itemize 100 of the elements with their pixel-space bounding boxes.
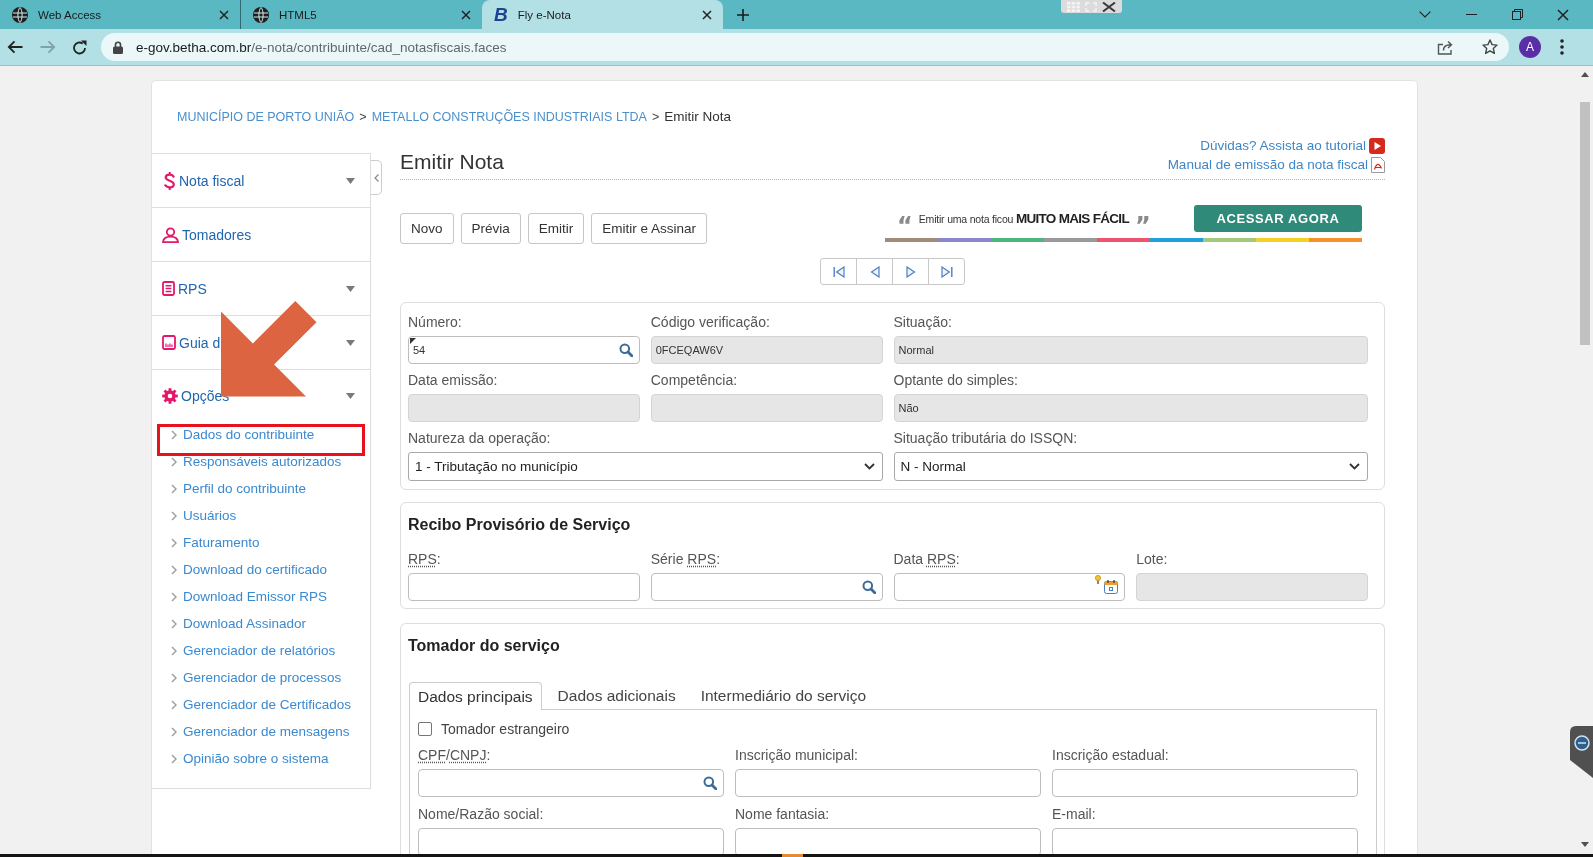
tab[interactable]: Intermediário do serviço	[691, 682, 876, 709]
chevron-right-icon	[171, 564, 177, 575]
minimize-icon[interactable]	[1465, 14, 1477, 15]
section-title: Recibo Provisório de Serviço	[408, 515, 632, 535]
breadcrumb-link[interactable]: MUNICÍPIO DE PORTO UNIÃO	[177, 109, 355, 125]
browser-tab[interactable]: HTML5	[241, 0, 482, 29]
triangle-right-icon	[904, 265, 917, 278]
action-button[interactable]: Novo	[400, 213, 454, 244]
browser-tab[interactable]: B Fly e-Nota	[482, 0, 723, 29]
scroll-up-icon[interactable]	[1581, 72, 1589, 77]
breadcrumb-separator: >	[651, 109, 660, 125]
gear-icon	[162, 387, 178, 404]
back-arrow-icon[interactable]	[7, 40, 23, 54]
close-icon[interactable]	[702, 9, 712, 20]
sidebar-item[interactable]: Tomadores	[152, 208, 370, 262]
checkbox-label: Tomador estrangeiro	[441, 721, 570, 737]
search-icon[interactable]	[618, 343, 633, 357]
reload-icon[interactable]	[72, 39, 87, 55]
scroll-down-icon[interactable]	[1581, 842, 1589, 847]
field-label: CPF/CNPJ:	[418, 747, 491, 764]
select-field[interactable]: N - Normal	[893, 452, 1368, 481]
document-icon	[162, 281, 175, 296]
share-icon[interactable]	[1437, 39, 1454, 55]
section-title: Tomador do serviço	[408, 636, 561, 656]
submenu-link[interactable]: Download do certificado	[152, 556, 370, 583]
action-button[interactable]: Emitir e Assinar	[591, 213, 708, 244]
submenu-link[interactable]: Download Assinador	[152, 610, 370, 637]
select-field[interactable]: 1 - Tributação no município	[408, 452, 883, 481]
breadcrumb-link[interactable]: METALLO CONSTRUÇÕES INDUSTRIAIS LTDA	[371, 109, 647, 125]
skip-end-icon	[940, 265, 953, 278]
field-label: Competência:	[650, 372, 738, 389]
chevron-right-icon	[171, 537, 177, 548]
action-button[interactable]: Prévia	[460, 213, 521, 244]
submenu-link[interactable]: Gerenciador de relatórios	[152, 637, 370, 664]
last-record-button[interactable]	[928, 258, 965, 285]
breadcrumb-current: Emitir Nota	[664, 109, 731, 125]
submenu-link[interactable]: Gerenciador de mensagens	[152, 718, 370, 745]
input-field[interactable]	[735, 828, 1041, 856]
field-label: Situação tributária do ISSQN:	[893, 430, 1078, 447]
chevron-down-icon	[863, 463, 875, 470]
submenu-link[interactable]: Download Emissor RPS	[152, 583, 370, 610]
search-icon[interactable]	[703, 776, 717, 790]
input-field[interactable]	[1052, 769, 1358, 797]
more-icon[interactable]	[1560, 39, 1564, 55]
submenu-link[interactable]: Gerenciador de Certificados	[152, 691, 370, 718]
submenu-link[interactable]: Opinião sobre o sistema	[152, 745, 370, 772]
tab[interactable]: Dados principais	[409, 682, 542, 710]
sidebar-item[interactable]: Nota fiscal	[152, 154, 370, 208]
close-icon[interactable]	[1102, 1, 1117, 12]
caret-down-icon	[346, 339, 355, 346]
lookup-field[interactable]	[418, 769, 724, 797]
search-icon[interactable]	[861, 580, 876, 594]
restore-icon[interactable]	[1511, 9, 1523, 20]
submenu-link[interactable]: Usuários	[152, 502, 370, 529]
scrollbar-thumb[interactable]	[1580, 102, 1590, 345]
chevron-down-icon[interactable]	[1419, 11, 1431, 18]
caret-down-icon	[346, 392, 355, 399]
input-field[interactable]	[735, 769, 1041, 797]
close-icon[interactable]	[1557, 8, 1569, 21]
action-button[interactable]: Emitir	[527, 213, 585, 244]
chevron-right-icon	[171, 591, 177, 602]
side-tab-icon[interactable]	[1570, 726, 1593, 778]
submenu-link[interactable]: Responsáveis autorizados	[152, 448, 370, 475]
lookup-field[interactable]: 54	[408, 336, 640, 364]
field-label: Natureza da operação:	[408, 430, 551, 447]
field-label: Série RPS:	[650, 551, 720, 568]
star-icon[interactable]	[1482, 39, 1498, 55]
input-field[interactable]	[408, 573, 640, 601]
input-field[interactable]	[1052, 828, 1358, 856]
tab[interactable]: Dados adicionais	[548, 682, 685, 709]
input-field[interactable]	[418, 828, 724, 856]
field-label: Data emissão:	[408, 372, 498, 389]
next-record-button[interactable]	[892, 258, 929, 285]
field-label: E-mail:	[1052, 806, 1096, 823]
date-field[interactable]	[893, 573, 1126, 601]
receipt-icon	[162, 335, 176, 350]
chevron-right-icon	[171, 726, 177, 737]
calendar-icon[interactable]	[1104, 580, 1119, 594]
triangle-left-icon	[868, 265, 881, 278]
submenu-link[interactable]: Perfil do contribuinte	[152, 475, 370, 502]
dollar-icon	[162, 171, 176, 190]
chevron-right-icon	[171, 618, 177, 629]
profile-avatar[interactable]: A	[1519, 36, 1541, 58]
access-button[interactable]: ACESSAR AGORA	[1194, 205, 1362, 232]
submenu-link[interactable]: Dados do contribuinte	[152, 421, 370, 448]
close-icon[interactable]	[219, 9, 229, 20]
address-bar[interactable]: e-gov.betha.com.br/e-nota/contribuinte/cad_notasfiscais.faces	[101, 33, 1509, 61]
help-link[interactable]: Dúvidas? Assista ao tutorial	[1200, 138, 1366, 153]
chevron-right-icon	[171, 699, 177, 710]
help-link[interactable]: Manual de emissão da nota fiscal	[1167, 157, 1368, 172]
plus-icon[interactable]	[737, 8, 749, 21]
person-icon	[162, 226, 179, 243]
close-icon[interactable]	[461, 9, 471, 20]
play-icon	[1369, 137, 1385, 154]
first-record-button[interactable]	[820, 258, 857, 285]
previous-record-button[interactable]	[856, 258, 893, 285]
submenu-link[interactable]: Faturamento	[152, 529, 370, 556]
checkbox[interactable]	[418, 722, 432, 736]
lookup-field[interactable]	[650, 573, 883, 601]
submenu-link[interactable]: Gerenciador de processos	[152, 664, 370, 691]
